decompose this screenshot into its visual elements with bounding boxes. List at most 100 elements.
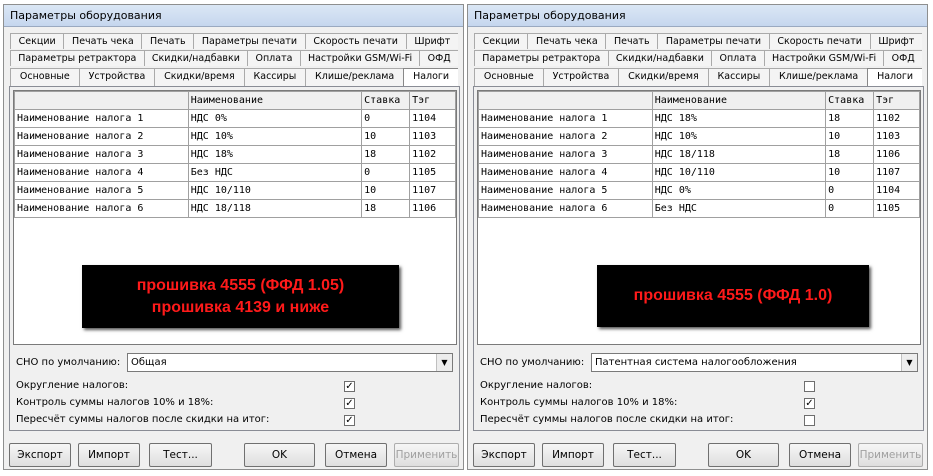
tab-retractor-params[interactable]: Параметры ретрактора xyxy=(10,50,145,66)
table-row[interactable]: Наименование налога 1 НДС 18% 18 1102 xyxy=(478,109,920,128)
tab-font[interactable]: Шрифт xyxy=(869,33,922,49)
tax-tag-cell[interactable]: 1105 xyxy=(409,163,456,182)
table-row[interactable]: Наименование налога 3 НДС 18% 18 1102 xyxy=(14,145,456,164)
table-row[interactable]: Наименование налога 6 НДС 18/118 18 1106 xyxy=(14,199,456,218)
tax-name-cell[interactable]: НДС 18% xyxy=(187,145,363,164)
tax-tag-cell[interactable]: 1106 xyxy=(873,145,920,164)
tab-print[interactable]: Печать xyxy=(605,33,659,49)
tax-tag-cell[interactable]: 1102 xyxy=(873,109,920,128)
tax-name-cell[interactable]: Без НДС xyxy=(187,163,363,182)
tab-main[interactable]: Основные xyxy=(474,68,544,86)
tax-name-cell[interactable]: НДС 0% xyxy=(651,181,827,200)
tab-devices[interactable]: Устройства xyxy=(78,68,156,86)
test-button[interactable]: Тест... xyxy=(149,443,212,467)
table-row[interactable]: Наименование налога 4 НДС 10/110 10 1107 xyxy=(478,163,920,182)
tax-rate-cell[interactable]: 18 xyxy=(361,145,411,164)
chevron-down-icon[interactable]: ▼ xyxy=(436,354,452,371)
tax-rate-cell[interactable]: 10 xyxy=(361,181,411,200)
export-button[interactable]: Экспорт xyxy=(473,443,535,467)
tax-grid[interactable]: Наименование Ставка Тэг Наименование нал… xyxy=(13,90,457,345)
test-button[interactable]: Тест... xyxy=(613,443,676,467)
tab-receipt-print[interactable]: Печать чека xyxy=(527,33,607,49)
tab-taxes[interactable]: Налоги xyxy=(867,68,922,86)
tax-tag-cell[interactable]: 1107 xyxy=(409,181,456,200)
tax-grid[interactable]: Наименование Ставка Тэг Наименование нал… xyxy=(477,90,921,345)
tab-print-speed[interactable]: Скорость печати xyxy=(304,33,407,49)
tax-recalc-checkbox[interactable] xyxy=(804,415,815,426)
tax-rate-cell[interactable]: 10 xyxy=(825,127,875,146)
tab-print-params[interactable]: Параметры печати xyxy=(657,33,770,49)
tab-gsm-wifi[interactable]: Настройки GSM/Wi-Fi xyxy=(763,50,885,66)
apply-button[interactable]: Применить xyxy=(394,443,459,467)
tab-gsm-wifi[interactable]: Настройки GSM/Wi-Fi xyxy=(299,50,421,66)
tax-tag-cell[interactable]: 1106 xyxy=(409,199,456,218)
tax-rate-cell[interactable]: 10 xyxy=(825,163,875,182)
tax-recalc-checkbox[interactable]: ✓ xyxy=(344,415,355,426)
tax-name-cell[interactable]: НДС 10% xyxy=(187,127,363,146)
tax-rate-cell[interactable]: 0 xyxy=(825,181,875,200)
tax-name-cell[interactable]: Без НДС xyxy=(651,199,827,218)
table-row[interactable]: Наименование налога 5 НДС 0% 0 1104 xyxy=(478,181,920,200)
tax-rate-cell[interactable]: 0 xyxy=(825,199,875,218)
tab-ofd[interactable]: ОФД xyxy=(883,50,922,66)
tax-control-checkbox[interactable]: ✓ xyxy=(344,398,355,409)
table-row[interactable]: Наименование налога 3 НДС 18/118 18 1106 xyxy=(478,145,920,164)
table-row[interactable]: Наименование налога 6 Без НДС 0 1105 xyxy=(478,199,920,218)
tax-name-cell[interactable]: НДС 10/110 xyxy=(187,181,363,200)
tab-payment[interactable]: Оплата xyxy=(711,50,765,66)
tab-payment[interactable]: Оплата xyxy=(247,50,301,66)
tab-discounts-markups[interactable]: Скидки/надбавки xyxy=(607,50,713,66)
tax-tag-cell[interactable]: 1105 xyxy=(873,199,920,218)
tax-rate-cell[interactable]: 0 xyxy=(361,163,411,182)
tab-print-speed[interactable]: Скорость печати xyxy=(768,33,871,49)
sno-select[interactable]: Общая ▼ xyxy=(127,353,453,372)
tab-main[interactable]: Основные xyxy=(10,68,80,86)
tax-tag-cell[interactable]: 1107 xyxy=(873,163,920,182)
tax-name-cell[interactable]: НДС 18% xyxy=(651,109,827,128)
tab-header-ads[interactable]: Клише/реклама xyxy=(769,68,869,86)
import-button[interactable]: Импорт xyxy=(542,443,604,467)
tab-print-params[interactable]: Параметры печати xyxy=(193,33,306,49)
tab-taxes[interactable]: Налоги xyxy=(403,68,458,86)
tab-font[interactable]: Шрифт xyxy=(405,33,458,49)
apply-button[interactable]: Применить xyxy=(858,443,923,467)
table-row[interactable]: Наименование налога 2 НДС 10% 10 1103 xyxy=(14,127,456,146)
tax-tag-cell[interactable]: 1103 xyxy=(409,127,456,146)
table-row[interactable]: Наименование налога 1 НДС 0% 0 1104 xyxy=(14,109,456,128)
tax-control-checkbox[interactable]: ✓ xyxy=(804,398,815,409)
ok-button[interactable]: OK xyxy=(708,443,779,467)
table-row[interactable]: Наименование налога 4 Без НДС 0 1105 xyxy=(14,163,456,182)
tax-rate-cell[interactable]: 0 xyxy=(361,109,411,128)
tax-name-cell[interactable]: НДС 18/118 xyxy=(651,145,827,164)
tab-cashiers[interactable]: Кассиры xyxy=(243,68,307,86)
tax-tag-cell[interactable]: 1103 xyxy=(873,127,920,146)
tax-tag-cell[interactable]: 1104 xyxy=(873,181,920,200)
tax-tag-cell[interactable]: 1102 xyxy=(409,145,456,164)
tax-name-cell[interactable]: НДС 18/118 xyxy=(187,199,363,218)
tab-header-ads[interactable]: Клише/реклама xyxy=(305,68,405,86)
tab-ofd[interactable]: ОФД xyxy=(419,50,458,66)
tax-name-cell[interactable]: НДС 0% xyxy=(187,109,363,128)
tax-rate-cell[interactable]: 10 xyxy=(361,127,411,146)
tax-rate-cell[interactable]: 18 xyxy=(825,109,875,128)
tab-sections[interactable]: Секции xyxy=(10,33,65,49)
cancel-button[interactable]: Отмена xyxy=(325,443,387,467)
tab-discounts-time[interactable]: Скидки/время xyxy=(154,68,245,86)
table-row[interactable]: Наименование налога 5 НДС 10/110 10 1107 xyxy=(14,181,456,200)
tab-print[interactable]: Печать xyxy=(141,33,195,49)
ok-button[interactable]: OK xyxy=(244,443,315,467)
table-row[interactable]: Наименование налога 2 НДС 10% 10 1103 xyxy=(478,127,920,146)
tab-discounts-markups[interactable]: Скидки/надбавки xyxy=(143,50,249,66)
tax-name-cell[interactable]: НДС 10% xyxy=(651,127,827,146)
cancel-button[interactable]: Отмена xyxy=(789,443,851,467)
tab-sections[interactable]: Секции xyxy=(474,33,529,49)
tax-rate-cell[interactable]: 18 xyxy=(361,199,411,218)
tax-name-cell[interactable]: НДС 10/110 xyxy=(651,163,827,182)
import-button[interactable]: Импорт xyxy=(78,443,140,467)
tab-retractor-params[interactable]: Параметры ретрактора xyxy=(474,50,609,66)
tax-tag-cell[interactable]: 1104 xyxy=(409,109,456,128)
tab-receipt-print[interactable]: Печать чека xyxy=(63,33,143,49)
tax-rounding-checkbox[interactable]: ✓ xyxy=(344,381,355,392)
tax-rounding-checkbox[interactable] xyxy=(804,381,815,392)
tab-discounts-time[interactable]: Скидки/время xyxy=(618,68,709,86)
